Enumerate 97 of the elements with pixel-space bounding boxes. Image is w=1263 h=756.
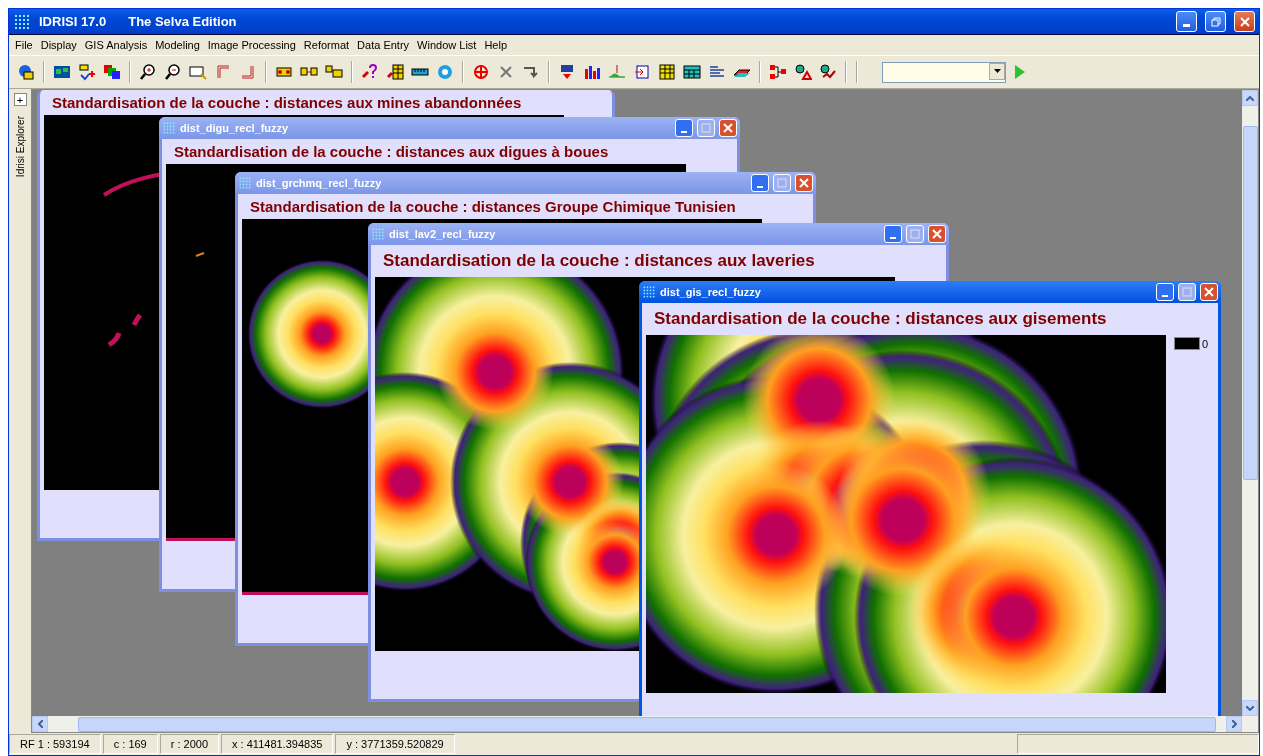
maximize-icon [910, 229, 920, 239]
explorer-tab[interactable]: Idrisi Explorer [14, 116, 26, 178]
minimize-button[interactable] [1156, 283, 1174, 301]
status-field: c : 169 [102, 734, 158, 754]
menu-item[interactable]: Help [480, 39, 511, 51]
close-icon [723, 123, 733, 133]
close-icon [1239, 16, 1250, 27]
flowchart-icon[interactable] [769, 63, 787, 81]
composite-icon[interactable] [103, 63, 121, 81]
map-heading: Standardisation de la couche : distances aux gisements [653, 308, 1108, 330]
map-heading: Standardisation de la couche : distances aux laveries [382, 250, 816, 272]
scroll-left-button[interactable] [32, 716, 48, 732]
close-button[interactable] [719, 119, 737, 137]
satellite-icon[interactable] [558, 63, 576, 81]
minimize-icon [1162, 295, 1168, 297]
status-field: r : 2000 [159, 734, 220, 754]
window-title: dist_lav2_recl_fuzzy [389, 228, 496, 240]
boxes-icon[interactable] [325, 63, 343, 81]
scroll-up-button[interactable] [1242, 90, 1258, 106]
close-button[interactable] [928, 225, 946, 243]
legend-swatch [1174, 337, 1200, 350]
minimize-icon [1183, 24, 1190, 27]
app-grid-icon [642, 285, 656, 299]
menu-item[interactable]: File [11, 39, 37, 51]
menu-item[interactable]: Data Entry [353, 39, 414, 51]
app-grid-icon [162, 121, 176, 135]
window-icon[interactable] [189, 63, 207, 81]
status-field: RF 1 : 593194 [9, 734, 101, 754]
grid-icon[interactable] [658, 63, 676, 81]
horizontal-scrollbar[interactable] [32, 716, 1258, 732]
caret-icon [993, 69, 1001, 73]
app-grid-icon [371, 227, 385, 241]
chevron-right-icon [1231, 720, 1237, 728]
scroll-down-button[interactable] [1242, 700, 1258, 716]
window-title: dist_grchmq_recl_fuzzy [256, 177, 382, 189]
map-heading: Standardisation de la couche : distances Groupe Chimique Tunisien [249, 197, 737, 217]
dropdown-field[interactable] [882, 61, 1006, 83]
app-title: IDRISI 17.0 [39, 14, 107, 29]
legend-label: 0 [1202, 337, 1209, 350]
menu-item[interactable]: Image Processing [203, 39, 300, 51]
corner-icon[interactable] [239, 63, 257, 81]
shapes-icon[interactable] [794, 63, 812, 81]
query-icon[interactable] [361, 63, 379, 81]
expand-button[interactable]: + [13, 93, 27, 106]
close-button[interactable] [795, 174, 813, 192]
map-heading: Standardisation de la couche : distances aux digues à boues [173, 142, 610, 162]
chevron-down-icon [1246, 705, 1254, 711]
restore-icon [1210, 16, 1221, 27]
trend-icon[interactable] [819, 63, 837, 81]
minimize-icon [757, 186, 763, 188]
scroll-right-button[interactable] [1226, 716, 1242, 732]
maximize-button[interactable] [1178, 283, 1196, 301]
map-heading: Standardisation de la couche : distances aux mines abandonnées [51, 93, 523, 113]
spreadsheet-icon[interactable] [683, 63, 701, 81]
menu-item[interactable]: Display [36, 39, 81, 51]
layers-icon[interactable] [17, 63, 35, 81]
window-title: dist_gis_recl_fuzzy [660, 286, 761, 298]
table-icon[interactable] [386, 63, 404, 81]
chevron-left-icon [37, 720, 43, 728]
close-icon [799, 178, 809, 188]
bar-chart-icon[interactable] [583, 63, 601, 81]
status-field: y : 3771359.520829 [335, 734, 455, 754]
maximize-icon [1182, 287, 1192, 297]
profile-icon[interactable] [608, 63, 626, 81]
dropdown-button[interactable] [989, 62, 1005, 80]
menu-item[interactable]: GIS Analysis [80, 39, 152, 51]
maximize-icon [701, 123, 711, 133]
maximize-icon [777, 178, 787, 188]
add-vector-icon[interactable] [78, 63, 96, 81]
close-button[interactable] [1234, 11, 1255, 32]
minimize-button[interactable] [751, 174, 769, 192]
restore-button[interactable] [1205, 11, 1226, 32]
status-field: x : 411481.394835 [221, 734, 334, 754]
close-icon [932, 229, 942, 239]
menu-item[interactable]: Window List [413, 39, 481, 51]
import-icon[interactable] [633, 63, 651, 81]
minimize-button[interactable] [1176, 11, 1197, 32]
chevron-up-icon [1246, 95, 1254, 101]
minimize-icon [890, 237, 896, 239]
menu-item[interactable]: Reformat [299, 39, 354, 51]
crosshair-icon[interactable] [472, 63, 490, 81]
close-button[interactable] [1200, 283, 1218, 301]
world-map-icon[interactable] [53, 63, 71, 81]
target-icon[interactable] [436, 63, 454, 81]
zoom-in-icon[interactable] [139, 63, 157, 81]
menu-item[interactable]: Modeling [151, 39, 204, 51]
close-icon [1204, 287, 1214, 297]
app-grid-icon [13, 12, 31, 31]
corner-icon[interactable] [214, 63, 232, 81]
vertical-scrollbar[interactable] [1242, 90, 1258, 716]
app-grid-icon [238, 176, 252, 190]
minimize-button[interactable] [675, 119, 693, 137]
zoom-out-icon[interactable] [164, 63, 182, 81]
minimize-button[interactable] [884, 225, 902, 243]
window-title: dist_digu_recl_fuzzy [180, 122, 289, 134]
minimize-icon [681, 131, 687, 133]
app-edition: The Selva Edition [128, 14, 237, 29]
